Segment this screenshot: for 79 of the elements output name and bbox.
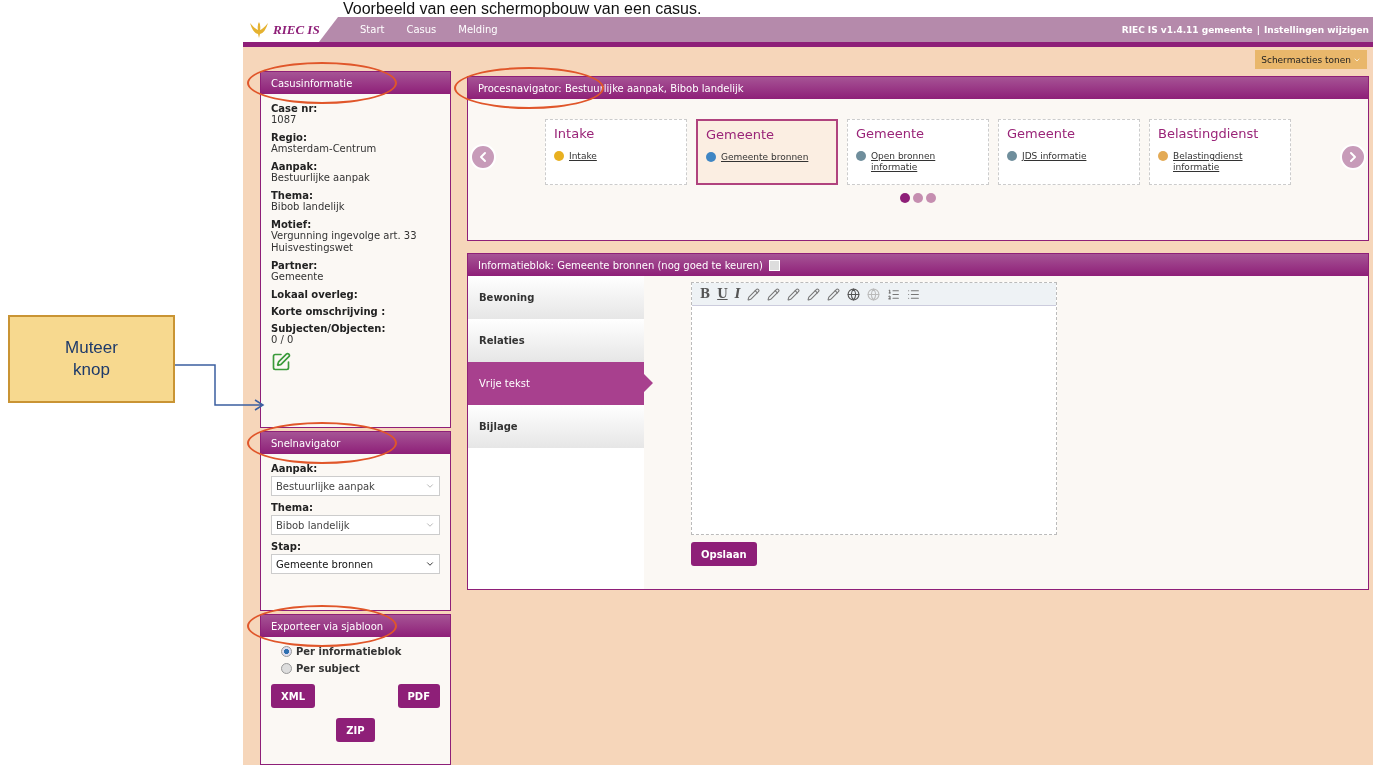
field-label: Stap: (271, 541, 302, 552)
previous-button[interactable] (470, 144, 496, 170)
step-link[interactable]: Intake (569, 151, 597, 162)
field-value: Amsterdam-Centrum (271, 143, 378, 155)
panel-title: Procesnavigator: Bestuurlijke aanpak, Bibob landelijk (478, 82, 744, 94)
radio-label: Per subject (296, 663, 360, 674)
step-title: Belastingdienst (1158, 126, 1260, 141)
panel-title: Casusinformatie (271, 77, 353, 89)
field-label: Aanpak: (271, 463, 319, 474)
pencil-icon[interactable] (747, 287, 761, 301)
bird-logo-icon (249, 20, 269, 39)
step-card[interactable]: Gemeente Open bronnen informatie (847, 119, 989, 185)
step-card[interactable]: Gemeente JDS informatie (998, 119, 1140, 185)
field-value: Vergunning ingevolge art. 33 Huisvestingswet (271, 230, 418, 254)
step-title: Gemeente (706, 127, 776, 142)
panel-title: Snelnavigator (271, 437, 341, 449)
field-label: Subjecten/Objecten: (271, 323, 387, 334)
step-card[interactable]: Gemeente Gemeente bronnen (696, 119, 838, 185)
format-button[interactable]: I (734, 287, 741, 301)
page-dot[interactable] (900, 193, 910, 203)
field-label: Case nr: (271, 103, 319, 114)
pencil-icon[interactable] (787, 287, 801, 301)
step-title: Gemeente (856, 126, 926, 141)
caret-icon (425, 520, 435, 530)
export-button[interactable]: PDF (397, 684, 440, 708)
field-value: Bestuurlijke aanpak (271, 172, 371, 184)
radio-button[interactable] (281, 663, 292, 674)
field-label: Regio: (271, 132, 307, 143)
export-button[interactable]: XML (271, 684, 316, 708)
step-link[interactable]: Gemeente bronnen (721, 152, 809, 163)
edit-icon[interactable] (271, 352, 291, 372)
next-button[interactable] (1340, 144, 1366, 170)
field-label: Aanpak: (271, 161, 318, 172)
field-label: Thema: (271, 502, 314, 513)
format-button[interactable]: U (717, 287, 728, 301)
globe-icon[interactable] (847, 287, 861, 301)
dropdown-field[interactable]: Bibob landelijk (271, 515, 440, 535)
pencil-icon[interactable] (827, 287, 841, 301)
field-label: Thema: (271, 190, 314, 201)
step-link[interactable]: Open bronnen informatie (871, 151, 980, 173)
field-label: Lokaal overleg: (271, 289, 359, 300)
step-link[interactable]: Belastingdienst informatie (1173, 151, 1282, 173)
text-editor[interactable]: B U I (691, 282, 1057, 535)
logo-text: RIEC IS (273, 21, 320, 38)
field-value: Gemeente (271, 271, 325, 283)
side-tab[interactable]: Vrije tekst (468, 362, 653, 405)
radio-button[interactable] (281, 646, 292, 657)
field-value: Bibob landelijk (271, 201, 346, 213)
page-dot[interactable] (926, 193, 936, 203)
page-dot[interactable] (913, 193, 923, 203)
step-title: Gemeente (1007, 126, 1077, 141)
field-label: Partner: (271, 260, 319, 271)
field-label: Korte omschrijving : (271, 306, 387, 317)
field-value: 0 / 0 (271, 334, 294, 346)
screen-actions-button[interactable]: Schermacties tonen (1255, 50, 1367, 69)
dropdown-field[interactable]: Bestuurlijke aanpak (271, 476, 440, 496)
save-button[interactable]: Opslaan (691, 542, 757, 566)
dropdown-field[interactable]: Gemeente bronnen (271, 554, 440, 574)
numbered-list-icon[interactable] (887, 287, 901, 301)
callout-label: Muteer knop (8, 315, 175, 403)
caret-icon (425, 559, 435, 569)
pencil-icon[interactable] (807, 287, 821, 301)
panel-title: Informatieblok: Gemeente bronnen (nog goed te keuren) (478, 259, 763, 271)
panel-title: Exporteer via sjabloon (271, 620, 384, 632)
pencil-icon[interactable] (767, 287, 781, 301)
square-icon (768, 259, 780, 271)
radio-label: Per informatieblok (296, 646, 402, 657)
step-link[interactable]: JDS informatie (1022, 151, 1087, 162)
export-button[interactable]: ZIP (336, 718, 375, 742)
field-value: 1087 (271, 114, 298, 126)
field-label: Motief: (271, 219, 313, 230)
step-card[interactable]: Intake Intake (545, 119, 687, 185)
step-card[interactable]: Belastingdienst Belastingdienst informatie (1149, 119, 1291, 185)
format-button[interactable]: B (700, 287, 711, 301)
caption: Voorbeeld van een schermopbouw van een casus. (342, 0, 703, 17)
bullet-list-icon[interactable] (907, 287, 921, 301)
caret-icon (425, 481, 435, 491)
step-title: Intake (554, 126, 596, 141)
separator-text: | (1256, 24, 1260, 35)
